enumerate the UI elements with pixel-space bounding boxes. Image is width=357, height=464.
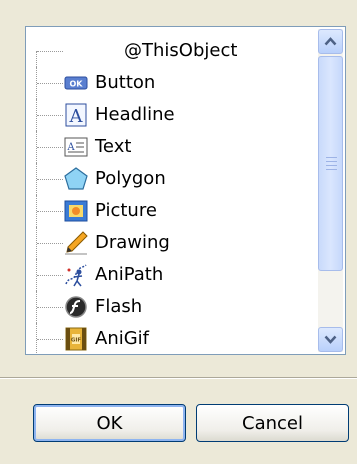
chevron-down-icon	[324, 335, 337, 344]
tree-item-thisobject[interactable]: @ThisObject	[26, 35, 316, 67]
cancel-button[interactable]: Cancel	[196, 404, 349, 442]
tree-item-label: AniGif	[95, 328, 150, 349]
tree-line	[36, 51, 37, 67]
tree-item-text[interactable]: A Text	[26, 131, 316, 163]
tree-item-picture[interactable]: Picture	[26, 195, 316, 227]
tree-item-label: @ThisObject	[124, 40, 238, 61]
tree-item-anipath[interactable]: AniPath	[26, 259, 316, 291]
anipath-icon	[63, 262, 89, 288]
tree-item-label: Polygon	[95, 168, 166, 189]
object-tree[interactable]: @ThisObject OK Button A Headline A Text …	[25, 26, 346, 355]
svg-text:A: A	[66, 142, 75, 153]
tree-line	[37, 83, 63, 84]
pencil-icon	[63, 230, 89, 256]
tree-item-label: Headline	[95, 104, 175, 125]
grip-line	[326, 165, 337, 166]
tree-line	[37, 147, 63, 148]
tree-item-anigif[interactable]: GIF AniGif	[26, 323, 316, 354]
ok-button[interactable]: OK	[33, 404, 186, 442]
tree-line	[37, 51, 63, 52]
tree-item-polygon[interactable]: Polygon	[26, 163, 316, 195]
scroll-up-button[interactable]	[318, 29, 343, 54]
tree-item-button[interactable]: OK Button	[26, 67, 316, 99]
tree-line	[37, 307, 63, 308]
vertical-scrollbar[interactable]	[318, 29, 343, 352]
tree-item-flash[interactable]: Flash	[26, 291, 316, 323]
headline-icon-text: A	[69, 106, 84, 127]
tree-item-drawing[interactable]: Drawing	[26, 227, 316, 259]
tree-item-label: AniPath	[95, 264, 164, 285]
grip-line	[326, 161, 337, 162]
flash-icon	[63, 294, 89, 320]
tree-line	[37, 115, 63, 116]
headline-icon: A	[63, 102, 89, 128]
tree-line	[37, 339, 63, 340]
chevron-up-icon	[324, 37, 337, 46]
tree-item-label: Button	[95, 72, 156, 93]
grip-line	[326, 157, 337, 158]
scroll-thumb[interactable]	[318, 56, 343, 271]
separator-highlight	[0, 378, 357, 379]
picture-icon	[63, 198, 89, 224]
tree-item-label: Flash	[95, 296, 143, 317]
text-icon: A	[63, 134, 89, 160]
tree-item-label: Drawing	[95, 232, 170, 253]
tree-line	[37, 211, 63, 212]
scroll-down-button[interactable]	[318, 327, 343, 352]
anigif-icon: GIF	[63, 326, 89, 352]
gif-icon-text: GIF	[71, 338, 82, 344]
grip-line	[326, 169, 337, 170]
ok-icon-text: OK	[70, 80, 84, 89]
polygon-icon	[63, 166, 89, 192]
tree-item-label: Text	[95, 136, 132, 157]
tree-line	[37, 243, 63, 244]
tree-item-headline[interactable]: A Headline	[26, 99, 316, 131]
tree-line	[37, 275, 63, 276]
tree-line	[37, 179, 63, 180]
ok-button-icon: OK	[63, 70, 89, 96]
tree-list: @ThisObject OK Button A Headline A Text …	[26, 35, 316, 354]
tree-item-label: Picture	[95, 200, 157, 221]
